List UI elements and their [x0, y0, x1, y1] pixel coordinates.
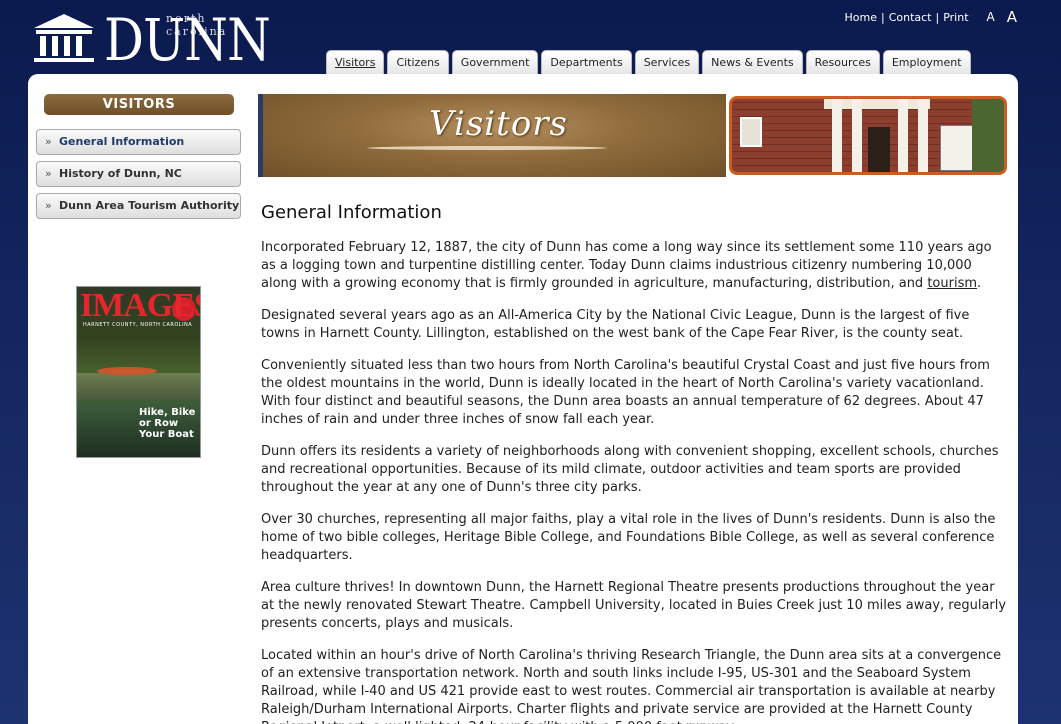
double-chevron-icon: »: [45, 199, 52, 212]
tourism-link[interactable]: tourism: [927, 276, 977, 291]
utility-links: Home | Contact | Print A A: [844, 8, 1017, 26]
link-separator: |: [935, 10, 940, 24]
article-paragraph: Designated several years ago as an All-A…: [261, 308, 970, 341]
images-magazine-cover[interactable]: IMAGES HARNETT COUNTY, NORTH CAROLINA Hi…: [76, 286, 201, 458]
tab-visitors[interactable]: Visitors: [326, 50, 385, 74]
sidebar-item-general-information[interactable]: » General Information: [36, 129, 241, 155]
tab-label: Resources: [814, 56, 871, 69]
historic-sign: [940, 125, 974, 171]
canoe-icon: [97, 367, 157, 375]
visitors-banner: Visitors: [258, 94, 726, 177]
sidebar-item-label: General Information: [59, 135, 185, 148]
magazine-subtitle: HARNETT COUNTY, NORTH CAROLINA: [83, 322, 193, 328]
magazine-water: [77, 373, 200, 399]
window: [740, 117, 762, 147]
sidebar-title: VISITORS: [44, 94, 234, 115]
contact-link[interactable]: Contact: [889, 11, 932, 24]
magazine-title: IMAGES: [80, 287, 201, 324]
tab-label: Visitors: [335, 56, 376, 69]
double-chevron-icon: »: [45, 135, 52, 148]
sidebar-item-tourism-authority[interactable]: » Dunn Area Tourism Authority: [36, 193, 241, 219]
tab-employment[interactable]: Employment: [882, 50, 971, 74]
door: [868, 127, 890, 172]
article-paragraph: Area culture thrives! In downtown Dunn, …: [261, 580, 1007, 631]
paragraph-text: Incorporated February 12, 1887, the city…: [261, 240, 992, 291]
courthouse-icon: [34, 14, 94, 62]
page-title: General Information: [261, 202, 442, 223]
column: [832, 99, 842, 172]
main-nav: Visitors Citizens Government Departments…: [326, 50, 971, 74]
article-paragraph: Incorporated February 12, 1887, the city…: [261, 239, 1007, 293]
tab-label: Citizens: [396, 56, 440, 69]
tab-label: News & Events: [711, 56, 794, 69]
link-separator: |: [880, 10, 885, 24]
logo-city: DUNN: [104, 6, 271, 74]
tab-news-events[interactable]: News & Events: [702, 50, 803, 74]
column: [852, 99, 862, 172]
magazine-headline: Hike, Bike or Row Your Boat: [139, 407, 196, 440]
banner-swoosh: [367, 146, 607, 150]
tab-label: Departments: [550, 56, 623, 69]
tab-citizens[interactable]: Citizens: [387, 50, 449, 74]
paragraph-text: .: [977, 276, 982, 291]
banner-title: Visitors: [429, 104, 568, 144]
column: [898, 99, 908, 172]
sidebar-item-label: History of Dunn, NC: [59, 167, 182, 180]
tab-departments[interactable]: Departments: [541, 50, 632, 74]
dunn-logo[interactable]: north carolina DUNN: [32, 6, 272, 74]
sidebar-item-history[interactable]: » History of Dunn, NC: [36, 161, 241, 187]
tab-label: Services: [643, 56, 691, 69]
column: [918, 99, 928, 172]
home-link[interactable]: Home: [844, 11, 876, 24]
article-paragraph: Dunn offers its residents a variety of n…: [261, 444, 999, 495]
article-paragraph: Conveniently situated less than two hour…: [261, 358, 990, 427]
building-photo: [729, 96, 1007, 175]
article-paragraph: Over 30 churches, representing all major…: [261, 512, 996, 563]
font-size-large-button[interactable]: A: [1007, 8, 1017, 26]
article: General Information Incorporated Februar…: [261, 202, 1007, 724]
double-chevron-icon: »: [45, 167, 52, 180]
trees: [972, 99, 1004, 172]
tab-label: Government: [460, 56, 530, 69]
font-size-small-button[interactable]: A: [987, 10, 995, 24]
print-link[interactable]: Print: [943, 11, 968, 24]
tab-label: Employment: [891, 56, 962, 69]
tab-resources[interactable]: Resources: [805, 50, 880, 74]
sidebar-item-label: Dunn Area Tourism Authority: [59, 199, 240, 212]
tab-government[interactable]: Government: [451, 50, 539, 74]
article-paragraph: Located within an hour's drive of North …: [261, 648, 1002, 724]
tab-services[interactable]: Services: [634, 50, 700, 74]
